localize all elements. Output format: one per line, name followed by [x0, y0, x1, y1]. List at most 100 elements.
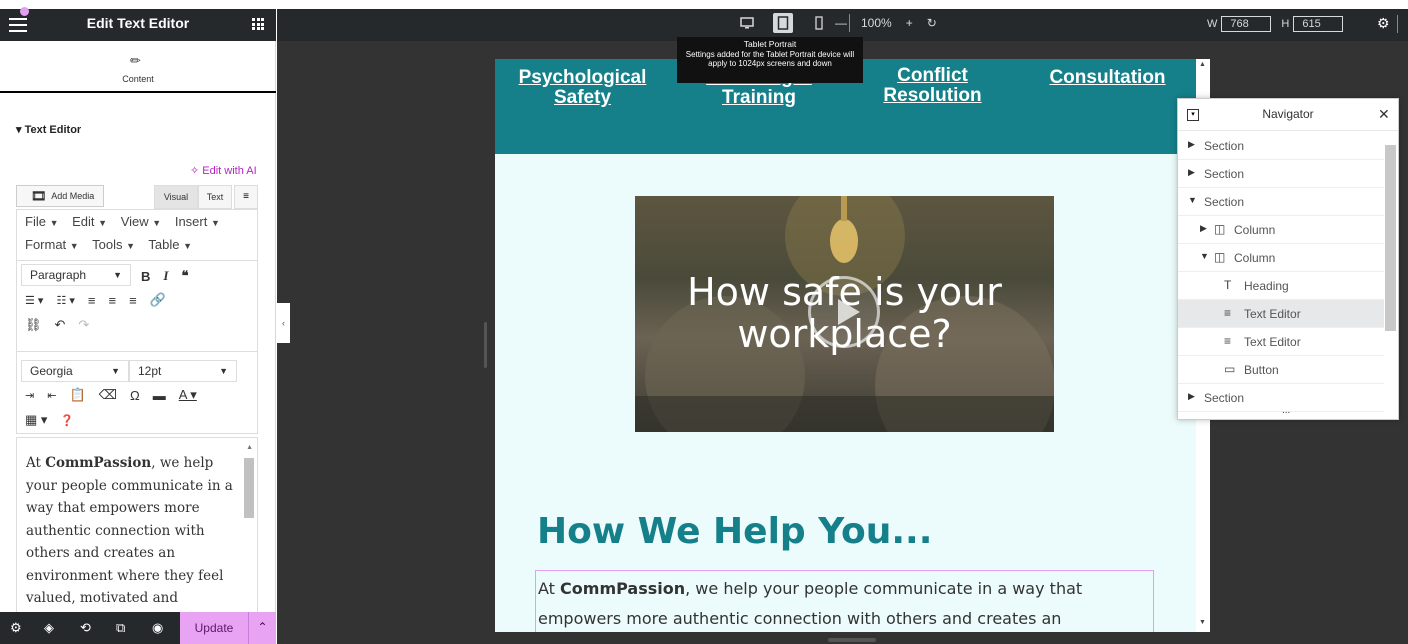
undo-icon[interactable]: ↶	[55, 317, 66, 333]
tab-text[interactable]: Text	[198, 185, 232, 209]
toolbar-toggle-icon[interactable]: ≡	[234, 185, 258, 209]
paragraph-select[interactable]: Paragraph ▼	[21, 264, 131, 286]
zoom-in-icon[interactable]: +	[906, 16, 913, 30]
outdent-icon[interactable]: ⇤	[47, 389, 56, 402]
navigator-item-column[interactable]: ▼ ◫ Column	[1178, 244, 1384, 272]
height-input[interactable]: 615	[1293, 16, 1344, 32]
caret-right-icon[interactable]: ▶	[1188, 391, 1195, 402]
resize-dots[interactable]: ...	[1282, 405, 1290, 416]
tinymce-toolbar: File ▼ Edit ▼ View ▼ Insert ▼ Format ▼ T…	[16, 209, 258, 434]
device-switcher	[737, 13, 850, 33]
tab-content[interactable]: ✏ Content	[0, 41, 276, 93]
resize-handle-bottom[interactable]	[828, 638, 876, 642]
add-media-button[interactable]: 🎞 Add Media	[16, 185, 104, 207]
desktop-icon[interactable]	[737, 13, 757, 33]
special-char-icon[interactable]: Ω	[130, 388, 140, 403]
numbered-list-icon[interactable]: ☷ ▾	[56, 294, 74, 307]
caret-right-icon[interactable]: ▶	[1188, 139, 1195, 150]
chevron-up-icon[interactable]: ⌃	[248, 612, 276, 644]
scroll-up-icon[interactable]: ▲	[1199, 61, 1206, 68]
responsive-icon[interactable]: ⧉	[116, 620, 125, 636]
edit-with-ai-link[interactable]: ✧ Edit with AI	[190, 164, 257, 177]
zoom-out-icon[interactable]: —	[835, 16, 847, 30]
bullet-list-icon[interactable]: ☰ ▾	[25, 294, 43, 307]
width-input[interactable]: 768	[1221, 16, 1272, 32]
paragraph-select-value: Paragraph	[30, 268, 87, 282]
hero-video[interactable]: How safe is your workplace?	[635, 196, 1054, 432]
font-size-select[interactable]: 12pt ▼	[129, 360, 237, 382]
settings-gear-icon[interactable]: ⚙	[10, 620, 22, 636]
align-right-icon[interactable]: ≡	[129, 293, 137, 308]
media-toolbar: 🎞 Add Media Visual Text ≡	[16, 185, 258, 209]
navigator-item-section[interactable]: ▼ Section	[1178, 188, 1384, 216]
navigator-item-button[interactable]: ▭ Button	[1178, 356, 1384, 384]
help-icon[interactable]: ❓	[60, 414, 74, 427]
menu-view[interactable]: View ▼	[121, 214, 162, 229]
menu-tools[interactable]: Tools ▼	[92, 237, 135, 252]
menu-insert[interactable]: Insert ▼	[175, 214, 220, 229]
navigator-item-text-editor[interactable]: ≡ Text Editor	[1178, 328, 1384, 356]
paste-text-icon[interactable]: 📋	[69, 387, 85, 403]
editor-panel: Edit Text Editor ✏ Content ▾ Text Editor…	[0, 7, 276, 644]
menu-format[interactable]: Format ▼	[25, 237, 79, 252]
link-icon[interactable]: 🔗	[150, 292, 166, 308]
nav-link-psychological-safety[interactable]: Psychological Safety	[515, 68, 650, 108]
caret-down-icon[interactable]: ▼	[1200, 251, 1209, 261]
caret-right-icon[interactable]: ▶	[1200, 223, 1207, 234]
bold-icon[interactable]: B	[141, 269, 150, 284]
preview-eye-icon[interactable]: ◉	[152, 620, 163, 636]
reset-zoom-icon[interactable]: ↻	[927, 16, 937, 30]
settings-gear-icon[interactable]: ⚙	[1377, 15, 1390, 32]
navigator-item-section[interactable]: ▶ Section	[1178, 160, 1384, 188]
table-icon[interactable]: ▦ ▾	[25, 412, 47, 428]
redo-icon: ↷	[78, 317, 90, 332]
navigator-item-heading[interactable]: T Heading	[1178, 272, 1384, 300]
mobile-icon[interactable]	[809, 13, 829, 33]
navigator-item-label: Section	[1204, 167, 1245, 181]
clear-format-icon[interactable]: ⌫	[99, 387, 117, 403]
content-editor[interactable]: At CommPassion, we help your people comm…	[16, 437, 258, 618]
navigator-title: Navigator	[1262, 107, 1314, 121]
tooltip-title: Tablet Portrait	[743, 39, 797, 49]
editor-scrollbar[interactable]	[244, 458, 254, 518]
resize-handle-left[interactable]	[484, 322, 487, 368]
update-button[interactable]: Update	[180, 612, 248, 644]
menu-edit[interactable]: Edit ▼	[72, 214, 107, 229]
navigator-item-column[interactable]: ▶ ◫ Column	[1178, 216, 1384, 244]
extra-buttons: ⇥ ⇤ 📋 ⌫ Ω ▬ A ▾	[25, 387, 197, 403]
layers-icon[interactable]: ◈	[44, 620, 54, 636]
sparkle-icon: ✧	[190, 165, 203, 177]
caret-right-icon[interactable]: ▶	[1188, 167, 1195, 178]
menu-file[interactable]: File ▼	[25, 214, 59, 229]
align-center-icon[interactable]: ≡	[109, 293, 117, 308]
nav-link-conflict-resolution[interactable]: Conflict Resolution	[880, 66, 985, 106]
close-icon[interactable]: ✕	[1378, 106, 1390, 123]
unlink-icon[interactable]: ⛓	[25, 317, 42, 333]
navigator-item-text-editor[interactable]: ≡ Text Editor	[1178, 300, 1384, 328]
nav-link-consultation[interactable]: Consultation	[1040, 68, 1175, 88]
scroll-up-icon[interactable]: ▲	[246, 444, 253, 451]
history-icon[interactable]: ⟲	[80, 620, 91, 636]
widgets-grid-icon[interactable]	[252, 18, 264, 30]
section-toggle-text-editor[interactable]: ▾ Text Editor	[16, 123, 81, 136]
collapse-panel-icon[interactable]: ‹	[277, 303, 290, 343]
text-editor-widget[interactable]: At CommPassion, we help your people comm…	[535, 570, 1154, 632]
editor-content-text[interactable]: At CommPassion, we help your people comm…	[26, 452, 238, 617]
caret-down-icon[interactable]: ▼	[1188, 195, 1197, 205]
font-family-select[interactable]: Georgia ▼	[21, 360, 129, 382]
navigator-item-section[interactable]: ▶ Section	[1178, 384, 1384, 412]
align-left-icon[interactable]: ≡	[88, 293, 96, 308]
text-color-icon[interactable]: A ▾	[179, 387, 197, 403]
caret-down-icon: ▾	[16, 124, 25, 136]
tab-visual[interactable]: Visual	[154, 185, 198, 209]
italic-icon[interactable]: I	[163, 268, 168, 284]
scroll-down-icon[interactable]: ▼	[1199, 619, 1206, 626]
navigator-item-section[interactable]: ▶ Section	[1178, 132, 1384, 160]
navigator-header[interactable]: ▾ Navigator ✕	[1178, 99, 1398, 131]
tablet-icon[interactable]	[773, 13, 793, 33]
navigator-scrollbar[interactable]	[1385, 145, 1396, 331]
blockquote-icon[interactable]: ❝	[181, 268, 188, 284]
menu-table[interactable]: Table ▼	[148, 237, 192, 252]
horizontal-rule-icon[interactable]: ▬	[153, 388, 166, 403]
indent-icon[interactable]: ⇥	[25, 389, 34, 402]
